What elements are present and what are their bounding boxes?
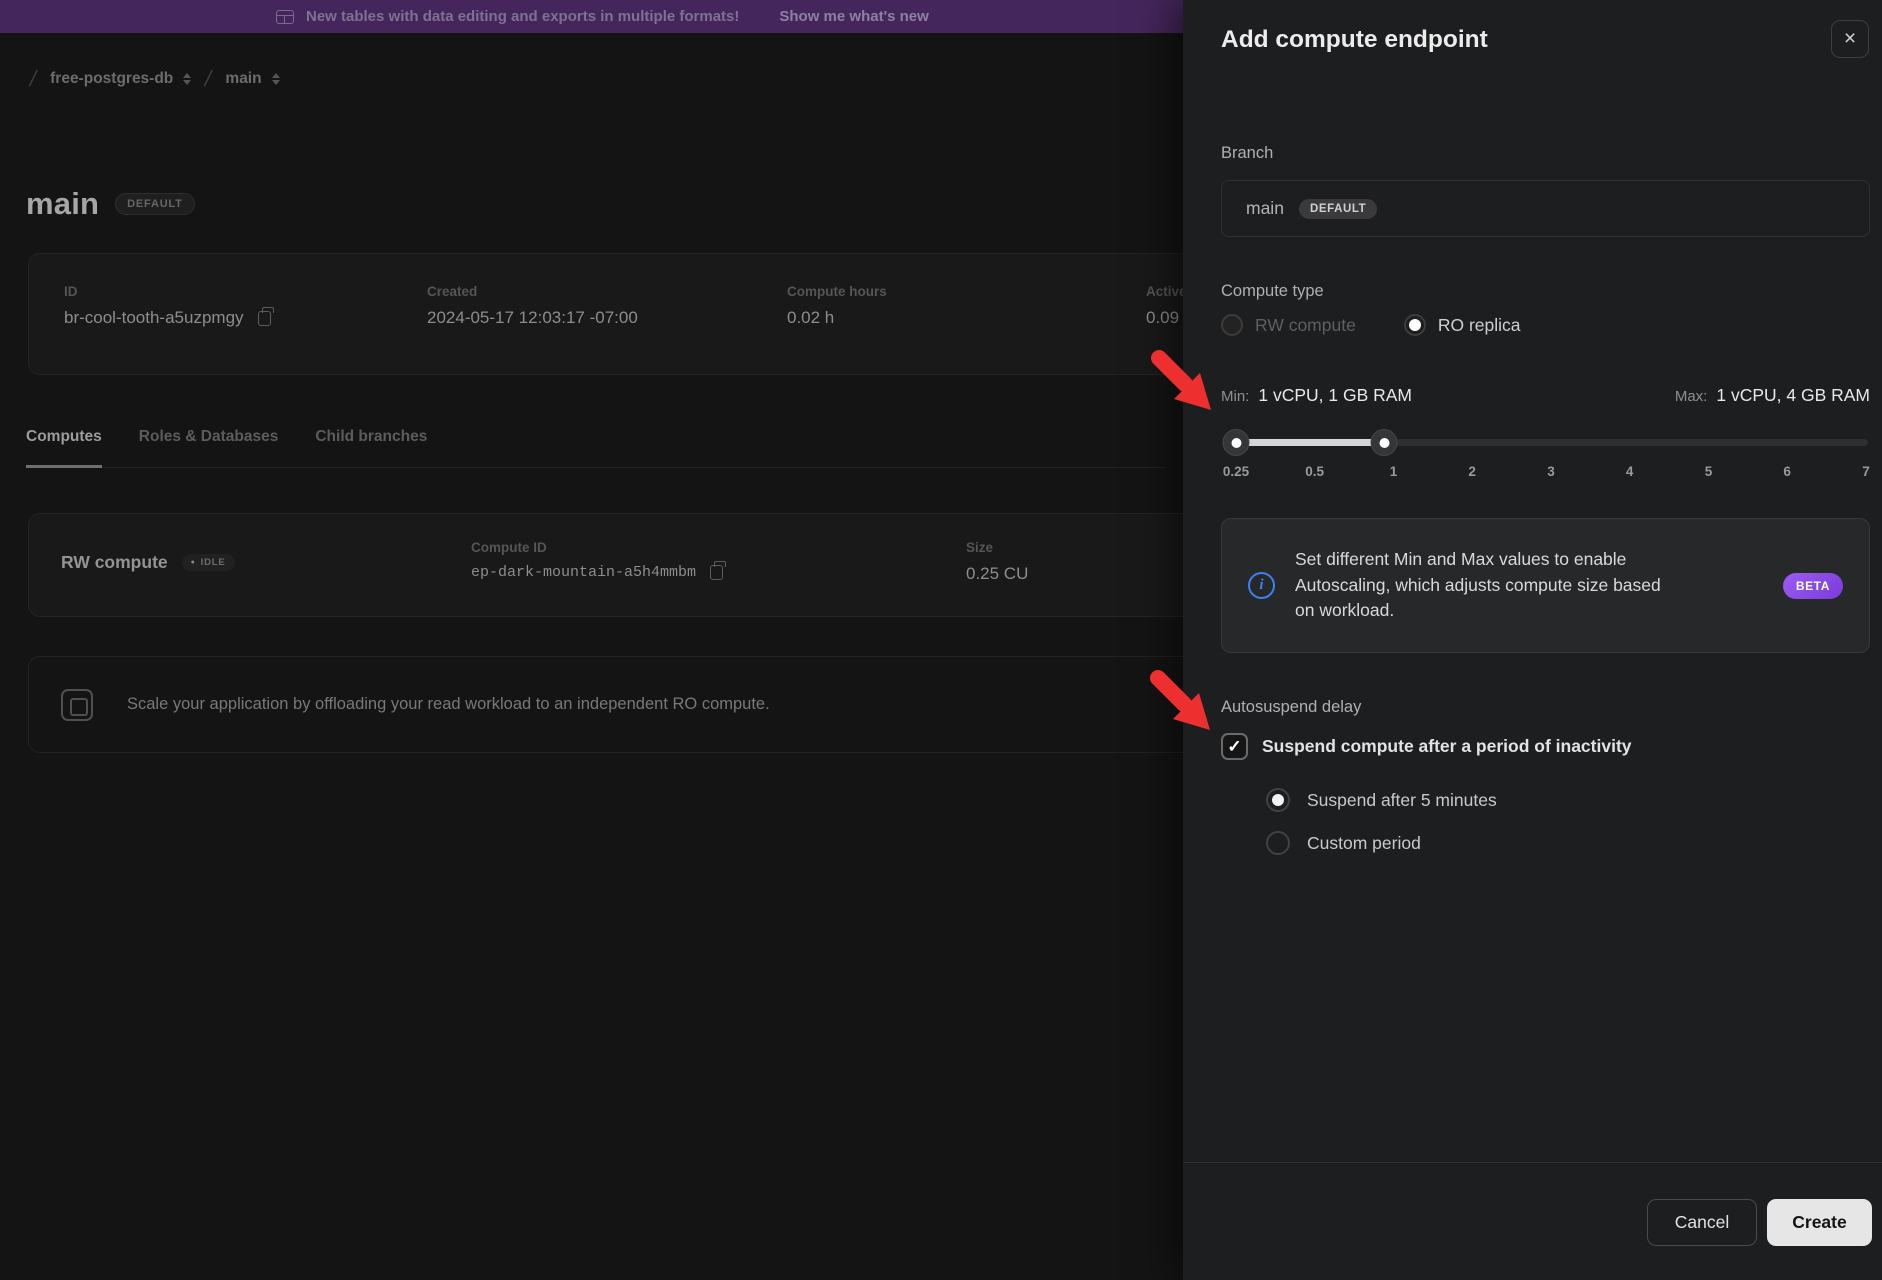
branch-field: main DEFAULT: [1221, 180, 1870, 237]
copy-icon[interactable]: [258, 311, 271, 326]
compute-size-slider: 0.25 0.5 1 2 3 4 5 6 7: [1221, 428, 1870, 490]
banner-message: New tables with data editing and exports…: [306, 8, 739, 25]
slider-max-handle[interactable]: [1371, 429, 1398, 456]
max-value: 1 vCPU, 4 GB RAM: [1716, 385, 1870, 406]
compute-id-value: ep-dark-mountain-a5h4mmbm: [471, 564, 696, 581]
suspend-checkbox-label: Suspend compute after a period of inacti…: [1262, 736, 1632, 757]
checkbox-checked-icon[interactable]: ✓: [1221, 733, 1248, 760]
min-label: Min:: [1221, 388, 1249, 405]
branch-tabs: Computes Roles & Databases Child branche…: [26, 428, 1166, 468]
compute-type-label: Compute type: [1221, 282, 1324, 301]
breadcrumb-project-select[interactable]: free-postgres-db: [50, 70, 191, 88]
chevron-updown-icon: [272, 73, 280, 85]
breadcrumb-project-label: free-postgres-db: [50, 70, 173, 88]
radio-ro-replica-label: RO replica: [1438, 315, 1521, 336]
branch-details-card: ID br-cool-tooth-a5uzpmgy Created 2024-0…: [28, 253, 1250, 375]
chevron-updown-icon: [183, 73, 191, 85]
branch-label: Branch: [1221, 144, 1273, 163]
slider-tick: 0.25: [1223, 464, 1249, 479]
breadcrumb: / free-postgres-db / main: [30, 66, 280, 92]
suspend-5-minutes-label: Suspend after 5 minutes: [1307, 790, 1497, 811]
breadcrumb-slash: /: [203, 66, 215, 92]
ro-compute-hint: Scale your application by offloading you…: [28, 656, 1250, 753]
slider-range-fill: [1236, 439, 1384, 446]
radio-suspend-5-minutes[interactable]: Suspend after 5 minutes: [1266, 788, 1497, 812]
slider-tick: 7: [1862, 464, 1870, 479]
size-label: Size: [966, 540, 1028, 555]
compute-name: RW compute: [61, 552, 168, 573]
copy-icon[interactable]: [710, 565, 723, 580]
footer-divider: [1183, 1162, 1882, 1163]
slider-tick: 4: [1626, 464, 1634, 479]
default-badge: DEFAULT: [115, 193, 195, 215]
autoscaling-info-box: i Set different Min and Max values to en…: [1221, 518, 1870, 653]
suspend-checkbox-row[interactable]: ✓ Suspend compute after a period of inac…: [1221, 733, 1632, 760]
status-text: IDLE: [201, 557, 226, 568]
radio-selected-icon: [1404, 314, 1426, 336]
default-badge: DEFAULT: [1299, 199, 1377, 219]
size-value: 0.25 CU: [966, 564, 1028, 584]
branch-value: main: [1246, 198, 1284, 219]
table-icon: [276, 10, 294, 24]
banner-cta-link[interactable]: Show me what's new: [779, 8, 928, 25]
tab-child-branches[interactable]: Child branches: [315, 428, 427, 467]
slider-tick: 6: [1783, 464, 1791, 479]
slider-tick: 1: [1390, 464, 1398, 479]
breadcrumb-branch-select[interactable]: main: [225, 70, 279, 88]
id-label: ID: [64, 284, 271, 299]
slider-min-handle[interactable]: [1223, 429, 1250, 456]
breadcrumb-slash: /: [27, 66, 39, 92]
max-label: Max:: [1675, 388, 1708, 405]
tab-computes[interactable]: Computes: [26, 428, 102, 468]
radio-icon: [1221, 314, 1243, 336]
compute-hours-label: Compute hours: [787, 284, 887, 299]
beta-badge: BETA: [1783, 573, 1843, 599]
radio-rw-compute[interactable]: RW compute: [1221, 314, 1356, 336]
created-value: 2024-05-17 12:03:17 -07:00: [427, 308, 638, 328]
radio-custom-period[interactable]: Custom period: [1266, 831, 1421, 855]
radio-rw-compute-label: RW compute: [1255, 315, 1356, 336]
min-value: 1 vCPU, 1 GB RAM: [1258, 385, 1412, 406]
dialog-title: Add compute endpoint: [1221, 26, 1488, 54]
tab-roles-databases[interactable]: Roles & Databases: [139, 428, 279, 467]
breadcrumb-branch-label: main: [225, 70, 261, 88]
info-icon: i: [1248, 572, 1275, 599]
custom-period-label: Custom period: [1307, 833, 1421, 854]
branch-id-value: br-cool-tooth-a5uzpmgy: [64, 308, 244, 328]
close-icon[interactable]: ×: [1831, 20, 1869, 58]
screen: New tables with data editing and exports…: [0, 0, 1882, 1280]
slider-tick: 2: [1468, 464, 1476, 479]
created-label: Created: [427, 284, 638, 299]
status-badge: ● IDLE: [182, 554, 235, 571]
page-title: main: [26, 186, 99, 222]
compute-id-label: Compute ID: [471, 540, 723, 555]
status-dot-icon: ●: [191, 559, 196, 566]
hint-text: Scale your application by offloading you…: [127, 695, 770, 714]
radio-ro-replica[interactable]: RO replica: [1404, 314, 1521, 336]
slider-tick: 5: [1705, 464, 1713, 479]
cancel-button[interactable]: Cancel: [1647, 1199, 1757, 1246]
slider-tick: 0.5: [1305, 464, 1324, 479]
create-button[interactable]: Create: [1767, 1199, 1872, 1246]
compute-row: RW compute ● IDLE Compute ID ep-dark-mou…: [28, 513, 1250, 617]
radio-selected-icon: [1266, 788, 1290, 812]
add-compute-endpoint-dialog: Add compute endpoint × Branch main DEFAU…: [1183, 0, 1882, 1280]
cpu-chip-icon: [61, 689, 93, 721]
radio-icon: [1266, 831, 1290, 855]
autoscaling-info-text: Set different Min and Max values to enab…: [1295, 547, 1685, 623]
compute-hours-value: 0.02 h: [787, 308, 887, 328]
autosuspend-label: Autosuspend delay: [1221, 698, 1361, 717]
slider-tick: 3: [1547, 464, 1555, 479]
